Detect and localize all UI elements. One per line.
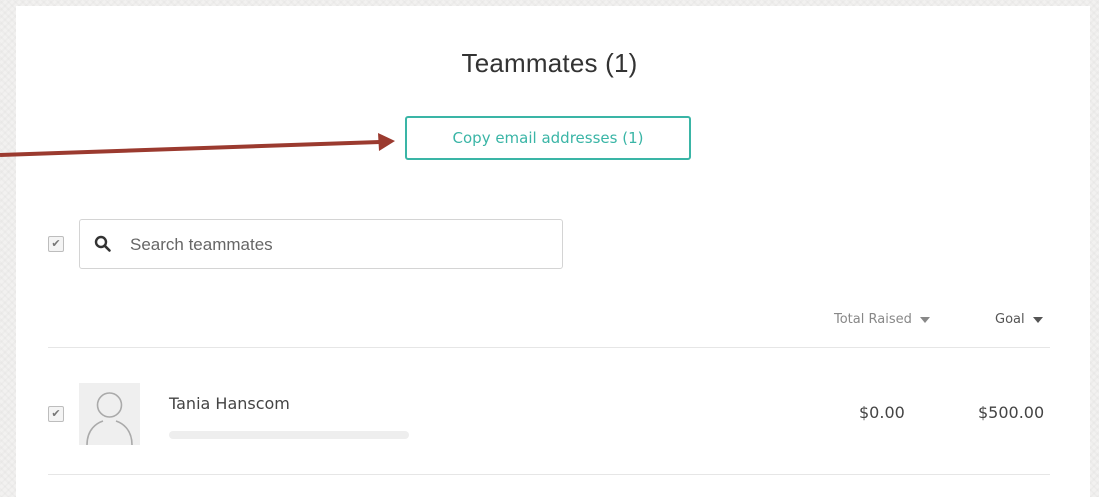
row-checkbox[interactable]: ✔ bbox=[48, 406, 64, 422]
column-header-total-raised[interactable]: Total Raised bbox=[834, 312, 930, 327]
column-header-goal[interactable]: Goal bbox=[995, 312, 1043, 327]
annotation-arrow bbox=[0, 133, 395, 157]
fundraising-progress-bar bbox=[169, 431, 409, 439]
divider bbox=[48, 347, 1050, 348]
divider bbox=[48, 474, 1050, 475]
column-header-label: Goal bbox=[995, 312, 1025, 327]
teammate-name[interactable]: Tania Hanscom bbox=[169, 394, 290, 413]
search-input[interactable] bbox=[128, 230, 552, 260]
caret-down-icon bbox=[1032, 316, 1043, 323]
column-header-label: Total Raised bbox=[834, 312, 912, 327]
copy-email-addresses-button[interactable]: Copy email addresses (1) bbox=[405, 116, 691, 160]
total-raised-value: $0.00 bbox=[859, 403, 905, 422]
search-icon bbox=[94, 235, 112, 258]
user-placeholder-icon bbox=[86, 392, 133, 445]
avatar[interactable] bbox=[79, 383, 140, 445]
search-box bbox=[79, 219, 563, 269]
select-all-checkbox[interactable]: ✔ bbox=[48, 236, 64, 252]
checkmark-icon: ✔ bbox=[51, 407, 61, 420]
goal-value: $500.00 bbox=[978, 403, 1045, 422]
caret-down-icon bbox=[919, 316, 930, 323]
checkmark-icon: ✔ bbox=[51, 237, 61, 250]
